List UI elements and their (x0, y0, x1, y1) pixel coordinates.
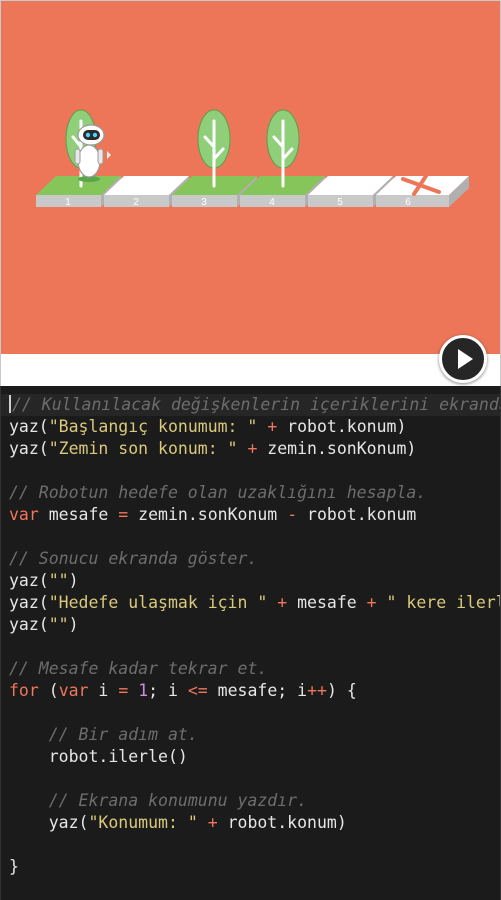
tile-label-1: 1 (65, 197, 71, 208)
code-token: "" (48, 615, 69, 634)
code-token: yaz( (9, 439, 49, 458)
code-token: zemin.sonKonum) (257, 439, 417, 458)
code-token: ) (68, 615, 79, 634)
code-token: // Sonucu ekranda göster. (9, 549, 258, 568)
code-token: " kere ilerle (386, 593, 500, 612)
code-line[interactable]: // Bir adım at. (9, 724, 500, 746)
code-line[interactable]: yaz("Başlangıç konumum: " + robot.konum) (9, 416, 500, 438)
code-token: + (267, 417, 278, 436)
play-button[interactable] (439, 335, 487, 383)
play-icon (457, 349, 473, 369)
tile-label-3: 3 (201, 197, 207, 208)
code-token: ++ (307, 681, 327, 700)
code-token: ) (68, 571, 79, 590)
code-token: robot.konum) (217, 813, 347, 832)
code-token: var (58, 681, 89, 700)
code-lines[interactable]: // Kullanılacak değişkenlerin içerikleri… (1, 394, 500, 878)
code-token: + (207, 813, 218, 832)
code-line[interactable]: ​ (9, 834, 500, 856)
tile-row: 1 2 3 4 5 6 (36, 174, 469, 208)
game-scene: 1 2 3 4 5 6 (0, 0, 501, 386)
code-line[interactable]: ​ (9, 460, 500, 482)
scene-floor (1, 354, 500, 386)
code-line[interactable]: } (9, 856, 500, 878)
code-line[interactable]: yaz("Hedefe ulaşmak için " + mesafe + " … (9, 592, 500, 614)
code-token: robot.konum) (277, 417, 407, 436)
code-line[interactable]: // Kullanılacak değişkenlerin içerikleri… (1, 394, 501, 416)
tile-label-5: 5 (337, 197, 343, 208)
code-token: yaz( (9, 417, 49, 436)
code-token: "" (48, 571, 69, 590)
tree-icon (197, 109, 231, 188)
code-token: zemin.sonKonum (128, 505, 288, 524)
code-token: "Konumum: " (88, 813, 198, 832)
code-token: // Mesafe kadar tekrar et. (9, 659, 268, 678)
code-editor[interactable]: // Kullanılacak değişkenlerin içerikleri… (0, 386, 501, 900)
tile-label-4: 4 (269, 197, 275, 208)
code-token: // Robotun hedefe olan uzaklığını hesapl… (9, 483, 427, 502)
code-token: <= (187, 681, 208, 700)
code-token: for (9, 681, 39, 700)
code-line[interactable]: ​ (9, 636, 500, 658)
code-line[interactable]: ​ (9, 702, 500, 724)
code-token: = (118, 505, 129, 524)
code-token: // Bir adım at. (48, 725, 198, 744)
code-line[interactable]: yaz("Konumum: " + robot.konum) (9, 812, 500, 834)
code-token: robot.ilerle() (9, 747, 188, 766)
code-token: = (118, 681, 129, 700)
code-token: var (9, 505, 39, 524)
code-line[interactable]: for (var i = 1; i <= mesafe; i++) { (9, 680, 500, 702)
code-line[interactable]: // Ekrana konumunu yazdır. (9, 790, 500, 812)
code-token: robot.konum (297, 505, 417, 524)
code-token: } (9, 857, 19, 876)
code-line[interactable]: robot.ilerle() (9, 746, 500, 768)
code-token: yaz( (9, 571, 49, 590)
code-line[interactable]: yaz("Zemin son konum: " + zemin.sonKonum… (9, 438, 500, 460)
code-token: yaz( (9, 593, 49, 612)
code-token: yaz( (9, 615, 49, 634)
code-line[interactable]: var mesafe = zemin.sonKonum - robot.konu… (9, 504, 500, 526)
code-line[interactable]: // Robotun hedefe olan uzaklığını hesapl… (9, 482, 500, 504)
code-line[interactable]: yaz("") (9, 614, 500, 636)
code-token: ( (38, 681, 59, 700)
tile-label-2: 2 (133, 197, 139, 208)
code-token: "Hedefe ulaşmak için " (48, 593, 268, 612)
code-token: "Başlangıç konumum: " (48, 417, 258, 436)
tile-label-6: 6 (405, 197, 411, 208)
scene-illustration: 1 2 3 4 5 6 (36, 109, 469, 208)
code-token: mesafe; i (207, 681, 308, 700)
code-token: // Kullanılacak değişkenlerin içerikleri… (12, 395, 501, 414)
code-line[interactable]: // Sonucu ekranda göster. (9, 548, 500, 570)
code-token: + (366, 593, 377, 612)
code-token: - (287, 505, 298, 524)
code-line[interactable]: ​ (9, 526, 500, 548)
code-token: + (277, 593, 288, 612)
text-cursor (9, 395, 11, 413)
code-token: ; i (148, 681, 188, 700)
code-token: i (88, 681, 119, 700)
code-token: + (247, 439, 258, 458)
code-token: ) { (326, 681, 357, 700)
code-token: 1 (138, 681, 149, 700)
code-token: yaz( (9, 813, 89, 832)
code-token: // Ekrana konumunu yazdır. (48, 791, 308, 810)
code-line[interactable]: ​ (9, 768, 500, 790)
code-token: mesafe (38, 505, 119, 524)
code-line[interactable]: // Mesafe kadar tekrar et. (9, 658, 500, 680)
code-token: mesafe (287, 593, 367, 612)
code-token: "Zemin son konum: " (48, 439, 238, 458)
code-line[interactable]: yaz("") (9, 570, 500, 592)
tree-icon (266, 109, 300, 188)
